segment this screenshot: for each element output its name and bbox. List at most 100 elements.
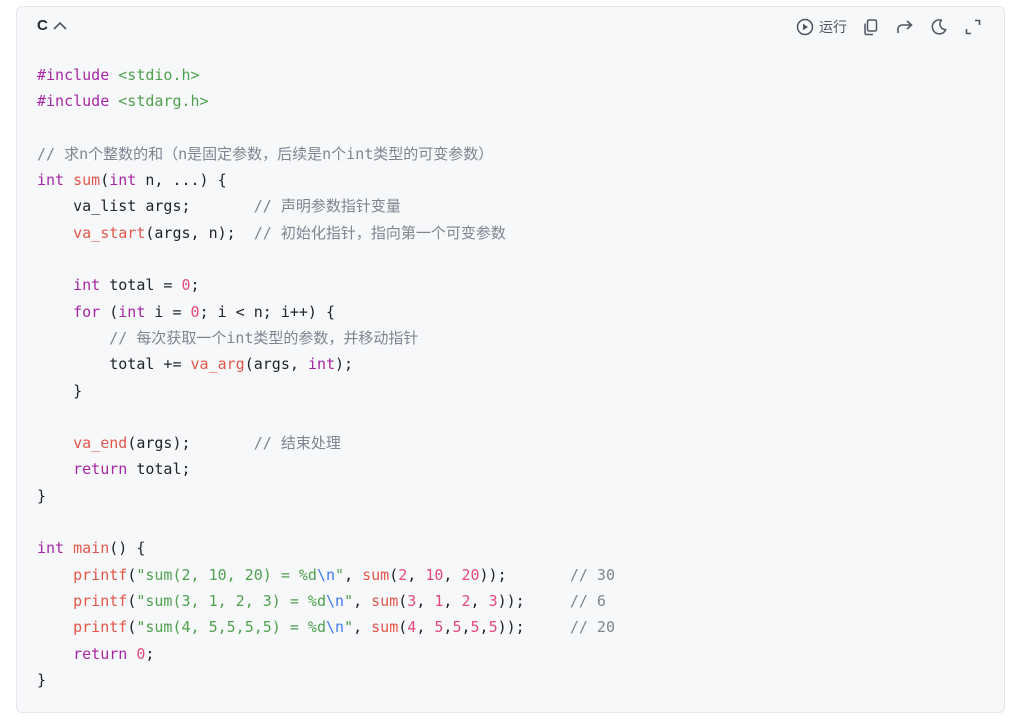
code-line: // 每次获取一个int类型的参数，并移动指针 (37, 325, 615, 351)
code-line: // 求n个整数的和（n是固定参数，后续是n个int类型的可变参数） (37, 141, 615, 167)
run-button[interactable]: 运行 (789, 15, 854, 39)
code-text: ( (127, 591, 137, 610)
function-name: sum (73, 171, 101, 190)
code-line: printf("sum(2, 10, 20) = %d\n", sum(2, 1… (37, 562, 615, 588)
code-text: n, ...) { (136, 171, 227, 190)
function-name: printf (73, 591, 128, 610)
function-name: sum (371, 618, 399, 637)
string-literal: " (344, 618, 354, 637)
code-text: i = (145, 302, 191, 321)
code-line: va_start(args, n); // 初始化指针，指向第一个可变参数 (37, 220, 615, 246)
chevron-up-icon (52, 18, 68, 34)
code-content[interactable]: #include <stdio.h>#include <stdarg.h>​//… (37, 62, 615, 693)
comment: // 每次获取一个int类型的参数，并移动指针 (109, 328, 419, 347)
keyword: int (37, 171, 65, 190)
code-text: (args, (244, 355, 308, 374)
comment: // 30 (569, 565, 615, 584)
code-line: } (37, 483, 615, 509)
keyword: int (109, 171, 137, 190)
keyword: int (307, 355, 336, 374)
function-name: sum (371, 591, 399, 610)
escape-sequence: \n (326, 618, 345, 637)
code-line: printf("sum(4, 5,5,5,5) = %d\n", sum(4, … (37, 614, 615, 640)
language-label: C (37, 17, 48, 34)
code-line: ​ (37, 404, 615, 430)
function-name: sum (362, 565, 390, 584)
code-toolbar: C 运行 (17, 7, 1004, 47)
code-line: int total = 0; (37, 272, 615, 298)
share-icon (895, 17, 915, 37)
header-name: <stdio.h> (118, 66, 200, 84)
fullscreen-button[interactable] (956, 15, 990, 39)
code-line: } (37, 378, 615, 404)
code-text: , (344, 565, 363, 584)
code-line: return total; (37, 456, 615, 482)
number-literal: 3 (407, 591, 417, 610)
comment: // 20 (569, 618, 615, 637)
number-literal: 0 (190, 302, 200, 321)
code-text: ( (100, 302, 119, 321)
code-text: , (461, 618, 471, 637)
code-text: )); (479, 565, 570, 584)
code-line: ​ (37, 115, 615, 141)
keyword: for (73, 302, 101, 321)
number-literal: 4 (407, 618, 417, 637)
string-literal: " (335, 565, 345, 584)
keyword: return (73, 644, 128, 663)
code-line: va_end(args); // 结束处理 (37, 430, 615, 456)
code-text: , (416, 618, 435, 637)
code-text: ( (398, 618, 408, 637)
number-literal: 3 (488, 591, 498, 610)
expand-icon (963, 17, 983, 37)
code-line: ​ (37, 509, 615, 535)
number-literal: 20 (461, 565, 480, 584)
function-name: main (73, 539, 110, 558)
language-selector[interactable]: C (37, 17, 68, 34)
keyword: return (73, 460, 128, 479)
share-button[interactable] (888, 15, 922, 39)
code-text: ( (398, 591, 408, 610)
code-line: #include <stdio.h> (37, 62, 615, 88)
comment: // 结束处理 (253, 434, 341, 453)
code-line: for (int i = 0; i < n; i++) { (37, 299, 615, 325)
comment: // 求n个整数的和（n是固定参数，后续是n个int类型的可变参数） (37, 144, 494, 163)
comment: // 声明参数指针变量 (253, 197, 401, 216)
code-text: total = (100, 276, 182, 295)
code-text: (args, n); (145, 223, 254, 242)
string-literal: "sum(4, 5,5,5,5) = %d (136, 618, 326, 637)
code-text: ; (145, 644, 155, 663)
code-line: #include <stdarg.h> (37, 88, 615, 114)
function-name: va_end (73, 434, 128, 453)
theme-toggle-button[interactable] (922, 15, 956, 39)
code-text: , (470, 591, 489, 610)
copy-button[interactable] (854, 15, 888, 39)
code-text: ; i < n; i++) { (199, 302, 336, 321)
code-line: int sum(int n, ...) { (37, 167, 615, 193)
number-literal: 2 (461, 591, 471, 610)
string-literal: "sum(3, 1, 2, 3) = %d (136, 591, 326, 610)
comment: // 6 (569, 591, 606, 610)
code-text: ); (335, 355, 354, 374)
code-text: , (416, 591, 435, 610)
code-text: va_list args; (37, 197, 254, 216)
header-name: <stdarg.h> (118, 92, 209, 111)
code-text: } (37, 486, 47, 505)
string-literal: " (344, 591, 354, 610)
code-text: } (37, 670, 47, 689)
code-block: C 运行 #include <stdio.h> #include <stdarg… (16, 6, 1005, 713)
code-text: ; (190, 276, 200, 295)
code-text: total; (127, 460, 191, 479)
code-line: printf("sum(3, 1, 2, 3) = %d\n", sum(3, … (37, 588, 615, 614)
